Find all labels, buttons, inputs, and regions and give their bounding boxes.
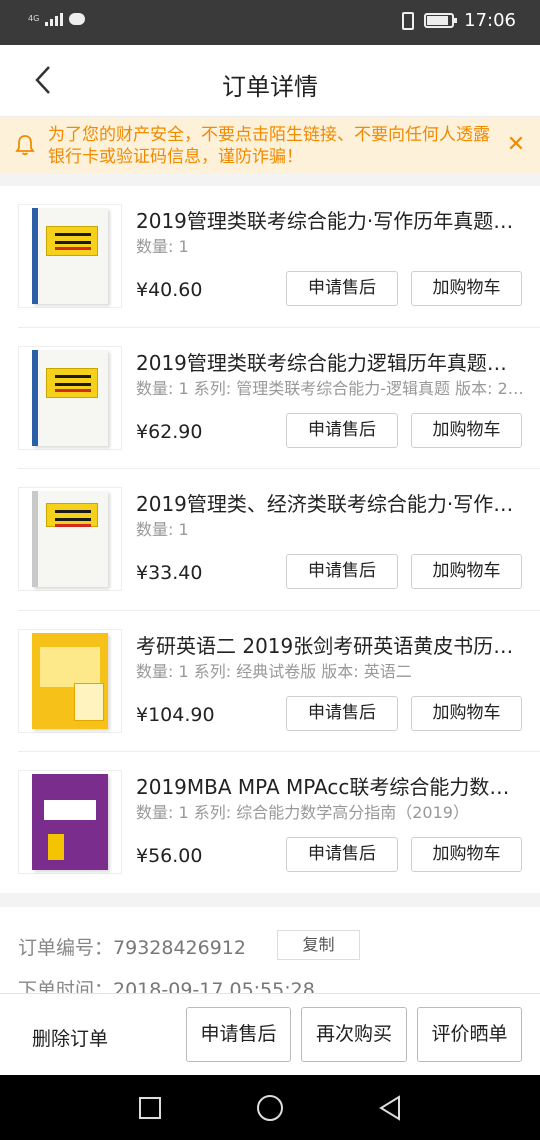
nav-bar: 订单详情 [0, 45, 540, 117]
after-sale-button[interactable]: 申请售后 [286, 412, 398, 448]
book-cover-writing-guide [32, 491, 108, 587]
back-triangle-icon[interactable] [378, 1095, 402, 1121]
product-price: ¥56.00 [136, 845, 203, 867]
status-left: 4G [28, 12, 86, 26]
product-image[interactable] [18, 628, 122, 733]
buy-again-button[interactable]: 再次购买 [301, 1007, 407, 1062]
product-price: ¥62.90 [136, 420, 203, 443]
after-sale-button[interactable]: 申请售后 [286, 554, 398, 589]
after-sale-button[interactable]: 申请售后 [286, 271, 398, 306]
status-bar: 4G 17:06 [0, 0, 540, 45]
notice-close-button[interactable]: ✕ [504, 131, 528, 159]
bottom-action-bar: 删除订单 申请售后 再次购买 评价晒单 [0, 993, 540, 1075]
order-item[interactable]: 2019MBA MPA MPAcc联考综合能力数学高分指南 数量: 1 系列: … [18, 752, 540, 894]
delete-order-button[interactable]: 删除订单 [32, 1024, 108, 1051]
book-cover-logic [32, 349, 108, 446]
product-image[interactable] [18, 204, 122, 308]
product-price: ¥40.60 [136, 279, 203, 301]
recent-apps-icon[interactable] [139, 1097, 161, 1119]
add-to-cart-button[interactable]: 加购物车 [411, 837, 522, 872]
order-info: 订单编号：79328426912 复制 下单时间：2018-09-17 05:5… [0, 907, 540, 997]
product-title[interactable]: 2019管理类联考综合能力逻辑历年真题全解 [136, 350, 526, 376]
copy-button[interactable]: 复制 [277, 930, 360, 960]
product-title[interactable]: 2019管理类、经济类联考综合能力·写作攻略 [136, 491, 526, 517]
system-nav-bar [0, 1075, 540, 1140]
section-divider [0, 893, 540, 907]
order-item[interactable]: 2019管理类、经济类联考综合能力·写作攻略 数量: 1 ¥33.40 申请售后… [18, 469, 540, 611]
order-items-list: 2019管理类联考综合能力·写作历年真题全解 数量: 1 ¥40.60 申请售后… [0, 186, 540, 894]
product-meta: 数量: 1 [136, 237, 189, 256]
product-meta: 数量: 1 系列: 经典试卷版 版本: 英语二 [136, 661, 412, 681]
safety-notice: 为了您的财产安全，不要点击陌生链接、不要向任何人透露银行卡或验证码信息，谨防诈骗… [0, 117, 540, 174]
add-to-cart-button[interactable]: 加购物车 [411, 695, 522, 731]
order-number-label: 订单编号： [18, 937, 114, 959]
product-meta: 数量: 1 系列: 综合能力数学高分指南（2019） [136, 803, 469, 822]
message-icon [69, 13, 86, 25]
review-button[interactable]: 评价晒单 [417, 1007, 522, 1062]
vibrate-icon [402, 11, 415, 30]
product-image[interactable] [18, 770, 122, 874]
apply-after-sale-button[interactable]: 申请售后 [186, 1007, 291, 1062]
product-price: ¥104.90 [136, 703, 215, 726]
page-title: 订单详情 [222, 73, 318, 101]
product-title[interactable]: 2019管理类联考综合能力·写作历年真题全解 [136, 208, 526, 234]
status-right: 17:06 [402, 10, 516, 31]
product-image[interactable] [18, 345, 122, 450]
book-cover-math [32, 774, 108, 870]
section-divider [0, 174, 540, 186]
network-type: 4G [28, 14, 40, 23]
order-number: 79328426912 [113, 937, 246, 959]
book-cover-english [32, 632, 108, 729]
after-sale-button[interactable]: 申请售后 [286, 695, 398, 731]
notice-text: 为了您的财产安全，不要点击陌生链接、不要向任何人透露银行卡或验证码信息，谨防诈骗… [48, 125, 490, 167]
battery-icon [424, 13, 458, 28]
product-title[interactable]: 2019MBA MPA MPAcc联考综合能力数学高分指南 [136, 774, 526, 800]
clock: 17:06 [464, 10, 516, 31]
product-title[interactable]: 考研英语二 2019张剑考研英语黄皮书历年真题 [136, 633, 526, 659]
after-sale-button[interactable]: 申请售后 [286, 837, 398, 872]
order-item[interactable]: 2019管理类联考综合能力逻辑历年真题全解 数量: 1 系列: 管理类联考综合能… [18, 328, 540, 469]
order-item[interactable]: 考研英语二 2019张剑考研英语黄皮书历年真题 数量: 1 系列: 经典试卷版 … [18, 611, 540, 752]
add-to-cart-button[interactable]: 加购物车 [411, 554, 522, 589]
product-meta: 数量: 1 系列: 管理类联考综合能力-逻辑真题 版本: 2019 [136, 378, 526, 398]
close-icon: ✕ [506, 132, 526, 157]
product-image[interactable] [18, 487, 122, 591]
bell-icon [15, 135, 35, 156]
book-cover-writing [32, 208, 108, 304]
add-to-cart-button[interactable]: 加购物车 [411, 412, 522, 448]
signal-icon [45, 12, 64, 26]
home-icon[interactable] [257, 1095, 283, 1121]
order-item[interactable]: 2019管理类联考综合能力·写作历年真题全解 数量: 1 ¥40.60 申请售后… [18, 186, 540, 328]
product-meta: 数量: 1 [136, 520, 189, 539]
product-price: ¥33.40 [136, 562, 203, 584]
order-number-row: 订单编号：79328426912 [18, 933, 246, 960]
add-to-cart-button[interactable]: 加购物车 [411, 271, 522, 306]
